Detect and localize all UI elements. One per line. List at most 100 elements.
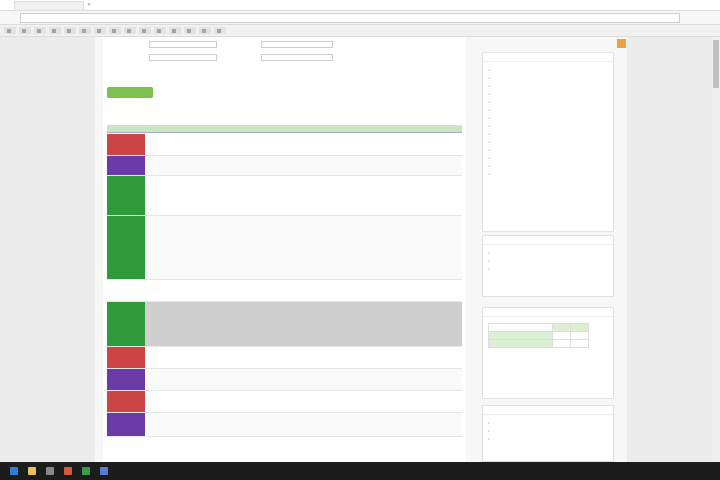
status-badge [107,413,145,436]
row-description [145,302,295,346]
sidebar-link[interactable] [488,419,608,427]
sidebar-box [482,52,614,232]
bookmark-item[interactable] [199,27,211,34]
sidebar-link[interactable] [488,265,608,273]
feedback-tab[interactable] [617,39,626,48]
sidebar-link[interactable] [488,138,608,146]
browser-icon[interactable] [64,467,72,475]
bookmark-item[interactable] [49,27,61,34]
submit-button[interactable] [107,87,153,98]
bookmark-icon [67,28,71,33]
bookmark-icon [157,28,161,33]
sidebar-link[interactable] [483,354,613,362]
bookmark-item[interactable] [214,27,226,34]
table-row [107,369,462,391]
sidebar-link[interactable] [488,82,608,90]
column-header [407,125,462,132]
sidebar-box-title [483,236,613,245]
row-author [295,413,407,436]
sidebar-link[interactable] [488,74,608,82]
sidebar-link[interactable] [488,114,608,122]
bookmark-item[interactable] [109,27,121,34]
row-description [145,176,295,215]
table-row [107,413,462,437]
sidebar-link[interactable] [488,257,608,265]
document-icon[interactable] [100,467,108,475]
bookmark-item[interactable] [94,27,106,34]
bookmark-icon [172,28,176,33]
row-author [295,302,407,346]
row-author [295,156,407,175]
table-header [107,125,462,133]
stats-table [488,323,589,348]
sidebar-link[interactable] [488,170,608,178]
bookmark-item[interactable] [34,27,46,34]
form-field[interactable] [149,41,217,48]
bookmark-icon [52,28,56,33]
bookmark-item[interactable] [169,27,181,34]
sidebar-more-link[interactable] [483,182,613,190]
row-date [407,302,462,346]
sidebar-link[interactable] [488,66,608,74]
form-field[interactable] [149,54,217,61]
row-author [295,391,407,412]
spreadsheet-icon[interactable] [82,467,90,475]
row-date [407,391,462,412]
sidebar-link[interactable] [488,146,608,154]
column-header [107,125,145,132]
form-field[interactable] [261,54,333,61]
sidebar-link[interactable] [488,122,608,130]
bookmark-item[interactable] [79,27,91,34]
row-description [145,156,295,175]
app-icon[interactable] [46,467,54,475]
sidebar-link-list [483,245,613,277]
row-author [295,216,407,279]
row-date [407,156,462,175]
bookmark-icon [142,28,146,33]
sidebar-link[interactable] [488,90,608,98]
bookmark-icon [82,28,86,33]
sidebar-link[interactable] [488,435,608,443]
sidebar-link[interactable] [488,154,608,162]
bookmark-item[interactable] [139,27,151,34]
bookmark-item[interactable] [154,27,166,34]
sidebar-link[interactable] [488,106,608,114]
column-header [295,125,407,132]
sidebar-link[interactable] [488,162,608,170]
bookmark-icon [202,28,206,33]
start-icon[interactable] [10,467,18,475]
row-description [145,369,295,390]
bookmark-item[interactable] [124,27,136,34]
sidebar-link[interactable] [488,249,608,257]
table-row [107,176,462,216]
tab-close-icon[interactable]: × [87,2,91,8]
sidebar-box [482,307,614,399]
table-row [107,391,462,413]
sidebar-link[interactable] [483,362,613,370]
scrollbar-track[interactable] [712,37,720,462]
row-date [407,369,462,390]
sidebar-link[interactable] [488,130,608,138]
bookmark-item[interactable] [184,27,196,34]
row-description [145,413,295,436]
row-author [295,369,407,390]
sidebar-link[interactable] [488,98,608,106]
browser-tab[interactable] [14,0,84,10]
sidebar-link[interactable] [488,427,608,435]
bookmark-item[interactable] [4,27,16,34]
bookmark-item[interactable] [64,27,76,34]
sidebar-link[interactable] [483,370,613,378]
row-date [407,216,462,279]
status-badge [107,156,145,175]
table-row [107,134,462,156]
form-field[interactable] [261,41,333,48]
bookmark-item[interactable] [19,27,31,34]
row-description [145,134,295,155]
table-row [107,216,462,280]
scrollbar-thumb[interactable] [713,40,719,88]
folder-icon[interactable] [28,467,36,475]
url-input[interactable] [20,12,680,23]
bookmark-icon [187,28,191,33]
bookmark-icon [127,28,131,33]
status-badge [107,176,145,215]
